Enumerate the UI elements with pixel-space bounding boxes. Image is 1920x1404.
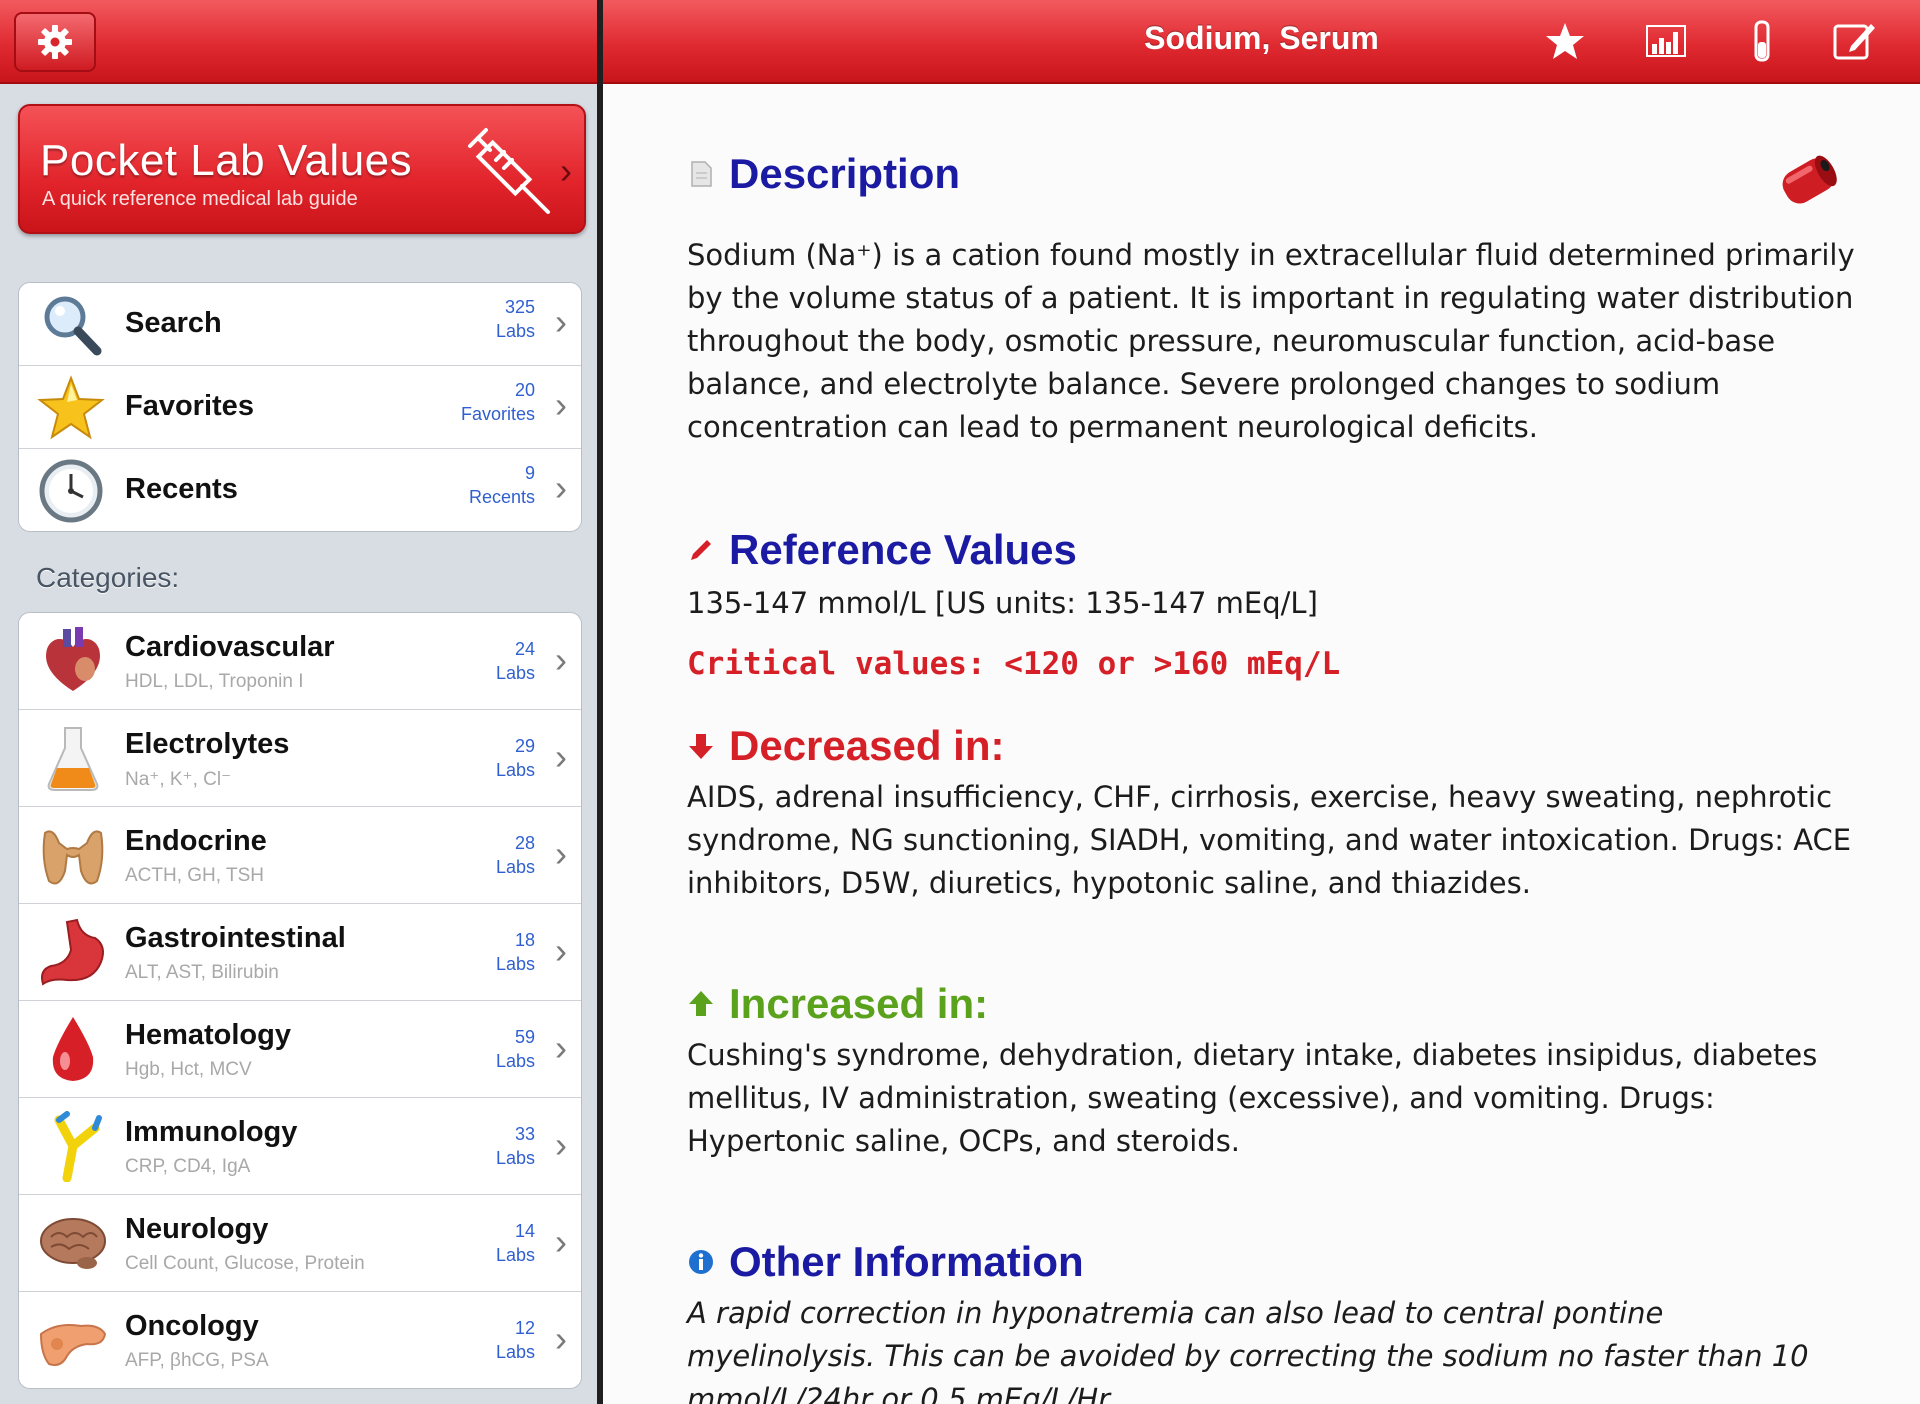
category-count: 29 Labs: [495, 736, 535, 780]
search-row[interactable]: Search 325 Labs ›: [19, 283, 581, 366]
app-title: Pocket Lab Values: [40, 136, 413, 185]
decreased-heading: Decreased in:: [687, 722, 1004, 770]
category-examples: ACTH, GH, TSH: [125, 865, 264, 886]
category-count: 14 Labs: [495, 1221, 535, 1265]
category-gastrointestinal[interactable]: Gastrointestinal ALT, AST, Bilirubin 18 L…: [19, 904, 581, 1001]
flask-icon: [47, 727, 99, 791]
category-endocrine[interactable]: Endocrine ACTH, GH, TSH 28 Labs ›: [19, 807, 581, 904]
critical-values: Critical values: <120 or >160 mEq/L: [687, 646, 1341, 682]
search-icon: [44, 296, 102, 356]
category-label: Hematology: [125, 1019, 291, 1051]
category-oncology[interactable]: Oncology AFP, βhCG, PSA 12 Labs ›: [19, 1292, 581, 1388]
star-icon: [37, 375, 105, 440]
detail-toolbar: Sodium, Serum: [603, 0, 1920, 84]
categories-group: Cardiovascular HDL, LDL, Troponin I 24 La…: [18, 612, 582, 1389]
category-cardiovascular[interactable]: Cardiovascular HDL, LDL, Troponin I 24 La…: [19, 613, 581, 710]
decreased-text: AIDS, adrenal insufficiency, CHF, cirrho…: [687, 780, 1852, 900]
quick-access-group: Search 325 Labs › Favorites 20 Favorites ›…: [18, 282, 582, 532]
tube-icon[interactable]: [1739, 18, 1785, 64]
chevron-right-icon: ›: [555, 1027, 567, 1068]
chevron-right-icon: ›: [555, 301, 567, 342]
antibody-icon: [54, 1111, 102, 1182]
favorites-row[interactable]: Favorites 20 Favorites ›: [19, 366, 581, 449]
pencil-icon: [691, 539, 711, 560]
category-count: 24 Labs: [495, 639, 535, 683]
brain-icon: [40, 1218, 106, 1269]
thyroid-icon: [42, 830, 104, 885]
reference-heading: Reference Values: [687, 526, 1077, 574]
category-count: 12 Labs: [495, 1318, 535, 1362]
favorites-label: Favorites: [125, 390, 254, 422]
category-examples: AFP, βhCG, PSA: [125, 1350, 269, 1371]
settings-button[interactable]: [14, 12, 96, 72]
category-label: Electrolytes: [125, 728, 290, 760]
chevron-right-icon: ›: [555, 1318, 567, 1359]
clock-icon: [39, 459, 103, 523]
chevron-right-icon: ›: [555, 1221, 567, 1262]
increased-heading: Increased in:: [687, 980, 988, 1028]
category-examples: Na⁺, K⁺, Cl⁻: [125, 769, 232, 790]
category-immunology[interactable]: Immunology CRP, CD4, IgA 33 Labs ›: [19, 1098, 581, 1195]
blood-drop-icon: [52, 1017, 94, 1081]
category-examples: HDL, LDL, Troponin I: [125, 671, 304, 692]
chevron-right-icon: ›: [555, 930, 567, 971]
category-examples: CRP, CD4, IgA: [125, 1156, 251, 1177]
recents-label: Recents: [125, 473, 238, 505]
search-label: Search: [125, 307, 222, 339]
syringe-icon: [468, 128, 550, 214]
category-label: Cardiovascular: [125, 631, 335, 663]
chevron-right-icon: ›: [555, 833, 567, 874]
info-icon: [689, 1249, 713, 1274]
recents-count: 9 Recents: [468, 463, 535, 507]
category-count: 33 Labs: [495, 1124, 535, 1168]
app-banner[interactable]: Pocket Lab Values A quick reference medi…: [18, 104, 586, 234]
category-examples: Cell Count, Glucose, Protein: [125, 1253, 365, 1274]
app-subtitle: A quick reference medical lab guide: [42, 188, 358, 210]
stomach-icon: [41, 918, 104, 986]
chevron-right-icon: ›: [555, 639, 567, 680]
chevron-right-icon: ›: [555, 736, 567, 777]
category-label: Gastrointestinal: [125, 922, 346, 954]
category-examples: Hgb, Hct, MCV: [125, 1059, 252, 1080]
chevron-right-icon: ›: [555, 467, 567, 508]
document-icon: [691, 161, 712, 187]
category-label: Endocrine: [125, 825, 267, 857]
favorites-count: 20 Favorites: [460, 380, 535, 424]
category-neurology[interactable]: Neurology Cell Count, Glucose, Protein 1…: [19, 1195, 581, 1292]
search-count: 325 Labs: [495, 297, 535, 341]
category-hematology[interactable]: Hematology Hgb, Hct, MCV 59 Labs ›: [19, 1001, 581, 1098]
chevron-right-icon: ›: [560, 150, 572, 191]
category-examples: ALT, AST, Bilirubin: [125, 962, 279, 983]
chevron-right-icon: ›: [555, 384, 567, 425]
categories-header: Categories:: [36, 562, 180, 593]
reference-text: 135-147 mmol/L [US units: 135-147 mEq/L]: [687, 586, 1318, 620]
category-label: Oncology: [125, 1310, 259, 1342]
sidebar-toolbar: [0, 0, 597, 84]
gear-icon: [38, 25, 72, 59]
arrow-down-icon: [689, 733, 713, 759]
category-electrolytes[interactable]: Electrolytes Na⁺, K⁺, Cl⁻ 29 Labs ›: [19, 710, 581, 807]
other-info-text: A rapid correction in hyponatremia can a…: [687, 1296, 1809, 1404]
other-info-heading: Other Information: [687, 1238, 1084, 1286]
pancreas-icon: [39, 1324, 107, 1366]
category-label: Immunology: [125, 1116, 298, 1148]
sample-tube-icon: [1782, 155, 1837, 204]
category-label: Neurology: [125, 1213, 269, 1245]
recents-row[interactable]: Recents 9 Recents ›: [19, 449, 581, 531]
arrow-up-icon: [689, 990, 713, 1016]
detail-content: Description Sodium (Na⁺) is a cation fou…: [603, 84, 1920, 1404]
chevron-right-icon: ›: [555, 1124, 567, 1165]
category-count: 28 Labs: [495, 833, 535, 877]
description-text: Sodium (Na⁺) is a cation found mostly in…: [687, 238, 1855, 444]
edit-icon[interactable]: [1831, 18, 1877, 64]
star-icon[interactable]: [1542, 18, 1588, 64]
heart-icon: [46, 627, 100, 691]
description-heading: Description: [687, 150, 960, 198]
page-title: Sodium, Serum: [1144, 20, 1379, 56]
category-count: 18 Labs: [495, 930, 535, 974]
category-count: 59 Labs: [495, 1027, 535, 1071]
sidebar: Pocket Lab Values A quick reference medi…: [0, 0, 600, 1404]
increased-text: Cushing's syndrome, dehydration, dietary…: [687, 1038, 1818, 1158]
chart-icon[interactable]: [1643, 18, 1689, 64]
